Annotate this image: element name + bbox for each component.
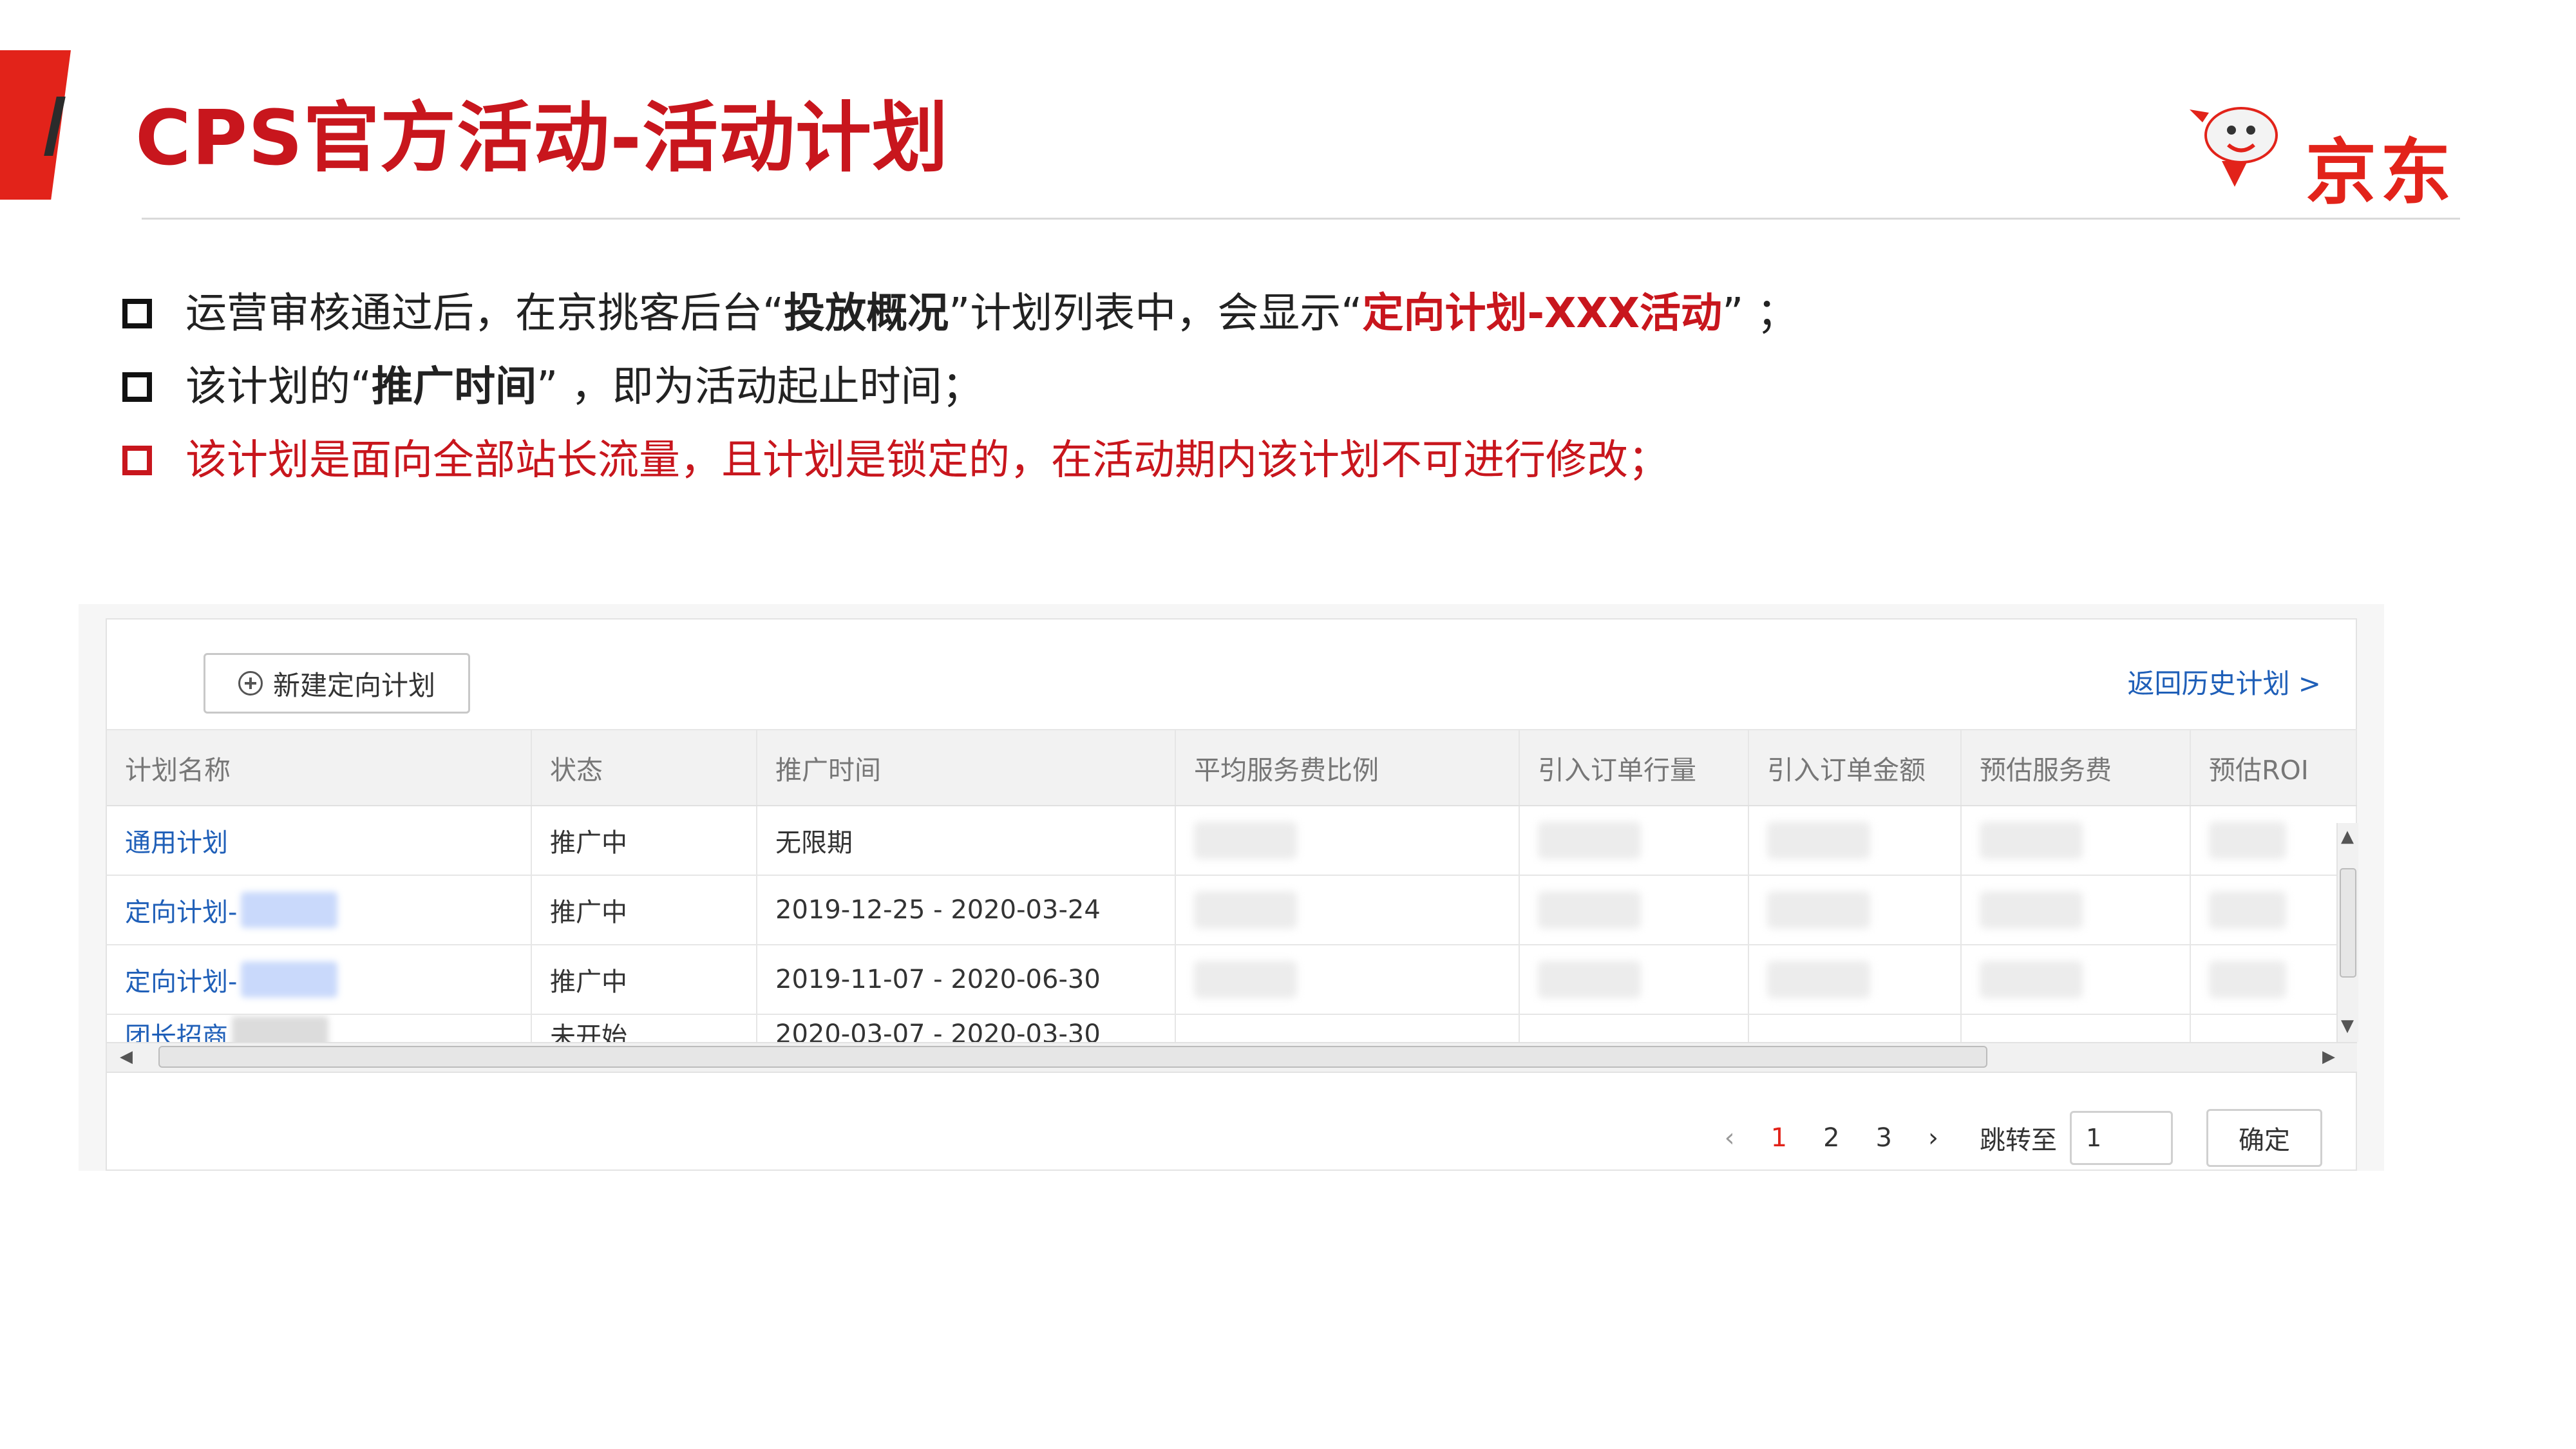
jd-logo-text: 京东	[2306, 131, 2455, 214]
redacted-cell	[2191, 945, 2357, 1014]
column-header[interactable]: 推广时间	[757, 730, 1176, 805]
redacted-cell	[1962, 806, 2191, 875]
plan-time: 无限期	[757, 806, 1176, 875]
redacted-cell	[1749, 945, 1962, 1014]
slide-title: CPS官方活动-活动计划	[135, 93, 949, 182]
column-header[interactable]: 状态	[532, 730, 757, 805]
plan-list-panel: 新建定向计划 返回历史计划 > 计划名称 状态 推广时间 平均服务费比例 引入订…	[106, 618, 2358, 1171]
redacted-cell	[1520, 806, 1749, 875]
vertical-scroll-thumb[interactable]	[2340, 868, 2356, 978]
jump-to-label: 跳转至	[1980, 1126, 2057, 1155]
square-bullet-icon	[122, 446, 152, 475]
redacted-cell	[1176, 945, 1520, 1014]
column-header[interactable]: 平均服务费比例	[1176, 730, 1520, 805]
bullet-text: 运营审核通过后，在京挑客后台“	[185, 290, 784, 337]
plan-name-link[interactable]: 定向计划-	[107, 876, 532, 944]
plan-name-text: 定向计划-	[125, 898, 238, 927]
history-plans-link[interactable]: 返回历史计划 >	[2127, 662, 2321, 701]
horizontal-scrollbar[interactable]: ◀ ▶	[107, 1042, 2357, 1073]
pagination: ‹ 1 2 3 › 跳转至 确定	[1707, 1109, 2322, 1167]
table-header: 计划名称 状态 推广时间 平均服务费比例 引入订单行量 引入订单金额 预估服务费…	[107, 729, 2357, 806]
plus-circle-icon	[238, 671, 263, 696]
redacted-cell	[2191, 806, 2357, 875]
table-row: 定向计划- 推广中 2019-11-07 - 2020-06-30	[107, 945, 2357, 1015]
bullet-item: 该计划的“ 推广时间” ，即为活动起止时间；	[122, 350, 1798, 424]
redacted-cell	[1749, 876, 1962, 944]
page-number[interactable]: 1	[1771, 1123, 1787, 1153]
page-number[interactable]: 2	[1823, 1123, 1839, 1153]
next-page-chevron-icon[interactable]: ›	[1928, 1123, 1938, 1153]
redacted-cell	[1962, 876, 2191, 944]
column-header[interactable]: 预估服务费	[1962, 730, 2191, 805]
bullet-highlight: 定向计划-XXX活动	[1362, 290, 1723, 337]
plan-name-link[interactable]: 定向计划-	[107, 945, 532, 1014]
scroll-down-arrow-icon[interactable]: ▼	[2341, 1016, 2354, 1036]
scroll-up-arrow-icon[interactable]: ▲	[2341, 827, 2354, 846]
scroll-left-arrow-icon[interactable]: ◀	[120, 1047, 133, 1066]
column-header[interactable]: 引入订单行量	[1520, 730, 1749, 805]
bullet-emphasis: 投放概况	[784, 290, 949, 337]
redacted-cell	[1520, 876, 1749, 944]
redacted-cell	[1176, 876, 1520, 944]
confirm-button[interactable]: 确定	[2206, 1109, 2322, 1167]
horizontal-scroll-thumb[interactable]	[158, 1046, 1987, 1068]
bullet-text: 该计划的“	[185, 363, 372, 411]
table-row: 定向计划- 推广中 2019-12-25 - 2020-03-24	[107, 876, 2357, 945]
accent-bar	[0, 50, 71, 200]
page-number[interactable]: 3	[1876, 1123, 1892, 1153]
prev-page-chevron-icon[interactable]: ‹	[1725, 1123, 1735, 1153]
plan-time: 2019-11-07 - 2020-06-30	[757, 945, 1176, 1014]
bullet-text: ” ；	[1722, 290, 1798, 337]
plan-status: 推广中	[532, 945, 757, 1014]
redacted-cell	[1749, 806, 1962, 875]
new-plan-label: 新建定向计划	[272, 669, 435, 701]
plan-time: 2019-12-25 - 2020-03-24	[757, 876, 1176, 944]
column-header[interactable]: 计划名称	[107, 730, 532, 805]
bullet-emphasis: 推广时间	[372, 363, 537, 411]
redacted-name	[241, 961, 338, 998]
header-divider	[142, 218, 2460, 220]
redacted-cell	[2191, 876, 2357, 944]
bullet-text: ”计划列表中，会显示“	[949, 290, 1363, 337]
plan-status: 推广中	[532, 876, 757, 944]
redacted-name	[241, 892, 338, 928]
plan-name-text: 定向计划-	[125, 967, 238, 997]
new-targeted-plan-button[interactable]: 新建定向计划	[204, 653, 470, 714]
plan-table: 计划名称 状态 推广时间 平均服务费比例 引入订单行量 引入订单金额 预估服务费…	[107, 729, 2357, 1055]
table-row: 通用计划 推广中 无限期	[107, 806, 2357, 876]
vertical-scrollbar[interactable]: ▲ ▼	[2336, 823, 2358, 1042]
square-bullet-icon	[122, 299, 152, 328]
bullet-item: 运营审核通过后，在京挑客后台“ 投放概况 ”计划列表中，会显示“ 定向计划-XXX活动…	[122, 277, 1798, 350]
column-header[interactable]: 预估ROI	[2191, 730, 2357, 805]
jump-page-input[interactable]	[2070, 1111, 2173, 1165]
plan-status: 推广中	[532, 806, 757, 875]
plan-list-screenshot: 新建定向计划 返回历史计划 > 计划名称 状态 推广时间 平均服务费比例 引入订…	[79, 604, 2384, 1171]
redacted-cell	[1962, 945, 2191, 1014]
scroll-right-arrow-icon[interactable]: ▶	[2322, 1047, 2335, 1066]
bullet-item-highlight: 该计划是面向全部站长流量，且计划是锁定的，在活动期内该计划不可进行修改；	[122, 424, 1798, 497]
plan-name-link[interactable]: 通用计划	[107, 806, 532, 875]
bullet-text: ” ，即为活动起止时间；	[536, 363, 983, 411]
redacted-cell	[1520, 945, 1749, 1014]
bullet-text: 该计划是面向全部站长流量，且计划是锁定的，在活动期内该计划不可进行修改；	[185, 437, 1669, 484]
bullet-list: 运营审核通过后，在京挑客后台“ 投放概况 ”计划列表中，会显示“ 定向计划-XXX活动…	[122, 277, 1798, 497]
column-header[interactable]: 引入订单金额	[1749, 730, 1962, 805]
square-bullet-icon	[122, 372, 152, 402]
redacted-cell	[1176, 806, 1520, 875]
